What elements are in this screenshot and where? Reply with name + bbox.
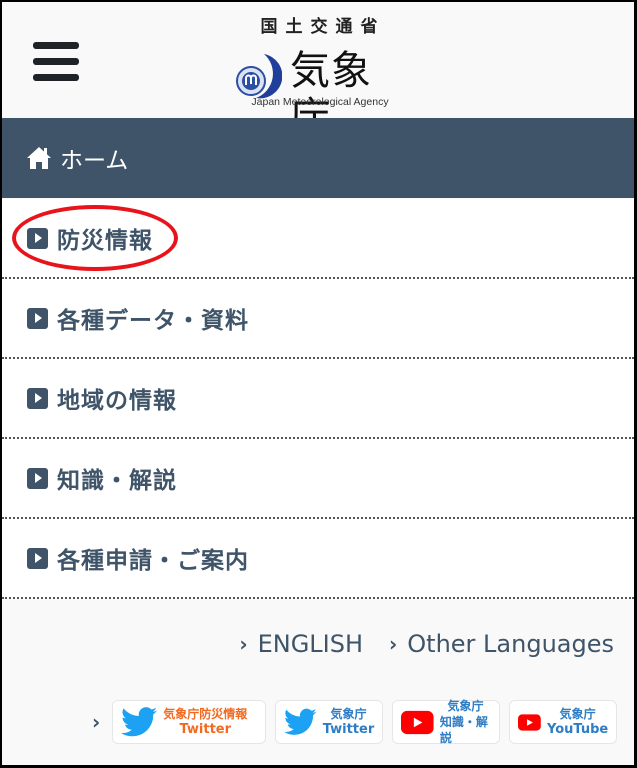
menu-item-data-materials[interactable]: 各種データ・資料	[2, 279, 634, 359]
social-line1: 気象庁	[330, 707, 367, 721]
youtube-play-icon	[401, 710, 434, 734]
social-line1: 気象庁	[447, 699, 484, 713]
nav-home[interactable]: ホーム	[2, 118, 634, 198]
menu-item-knowledge[interactable]: 知識・解説	[2, 439, 634, 519]
page-frame: 国土交通省 気象庁 Japan Meteorological Agency ホー…	[2, 2, 634, 765]
jma-emblem-icon	[236, 54, 282, 99]
social-links: › 気象庁防災情報 Twitter 気象庁 Twitter 気象庁 知識・解説	[92, 699, 618, 745]
menu-item-label: 地域の情報	[57, 388, 177, 414]
twitter-disaster-button[interactable]: 気象庁防災情報 Twitter	[112, 700, 267, 744]
menu-item-label: 各種データ・資料	[57, 308, 249, 334]
hamburger-line	[33, 58, 79, 65]
youtube-jma-button[interactable]: 気象庁 YouTube	[509, 700, 618, 744]
language-links: › ENGLISH › Other Languages	[239, 630, 614, 658]
hamburger-line	[33, 42, 79, 49]
other-languages-label: Other Languages	[407, 630, 614, 658]
play-square-icon	[27, 547, 48, 569]
menu-item-regional-info[interactable]: 地域の情報	[2, 359, 634, 439]
menu-item-label: 知識・解説	[57, 468, 177, 494]
youtube-knowledge-button[interactable]: 気象庁 知識・解説	[392, 699, 501, 745]
menu-item-applications[interactable]: 各種申請・ご案内	[2, 519, 634, 599]
twitter-bird-icon	[284, 708, 317, 735]
agency-name-en: Japan Meteorological Agency	[251, 96, 389, 108]
social-line1: 気象庁	[559, 707, 596, 721]
play-square-icon	[27, 227, 48, 249]
social-line2: Twitter	[322, 722, 375, 737]
home-icon	[27, 147, 51, 169]
hamburger-line	[33, 74, 79, 81]
jma-logo[interactable]: 国土交通省 気象庁 Japan Meteorological Agency	[230, 12, 410, 140]
twitter-jma-button[interactable]: 気象庁 Twitter	[275, 700, 384, 744]
chevron-right-icon: ›	[389, 632, 398, 656]
menu-item-label: 各種申請・ご案内	[57, 548, 249, 574]
other-languages-link[interactable]: › Other Languages	[389, 630, 614, 658]
english-label: ENGLISH	[257, 630, 364, 658]
menu-item-disaster-info[interactable]: 防災情報	[2, 199, 634, 279]
menu-item-label: 防災情報	[57, 228, 153, 254]
play-square-icon	[27, 307, 48, 329]
chevron-right-icon: ›	[239, 632, 248, 656]
chevron-right-icon: ›	[92, 710, 101, 734]
home-label: ホーム	[60, 148, 129, 174]
social-line2: Twitter	[179, 722, 232, 737]
play-square-icon	[27, 387, 48, 409]
english-link[interactable]: › ENGLISH	[239, 630, 363, 658]
site-header: 国土交通省 気象庁 Japan Meteorological Agency	[2, 2, 634, 140]
social-line2: 知識・解説	[439, 715, 488, 745]
social-line1: 気象庁防災情報	[163, 707, 248, 721]
hamburger-menu-icon[interactable]	[33, 42, 79, 82]
youtube-play-icon	[518, 713, 542, 731]
play-square-icon	[27, 467, 48, 489]
twitter-bird-icon	[121, 707, 158, 737]
main-menu: 防災情報 各種データ・資料 地域の情報 知識・解説 各種申請・ご案内	[2, 199, 634, 599]
social-line2: YouTube	[547, 722, 609, 737]
ministry-name: 国土交通省	[260, 17, 386, 37]
